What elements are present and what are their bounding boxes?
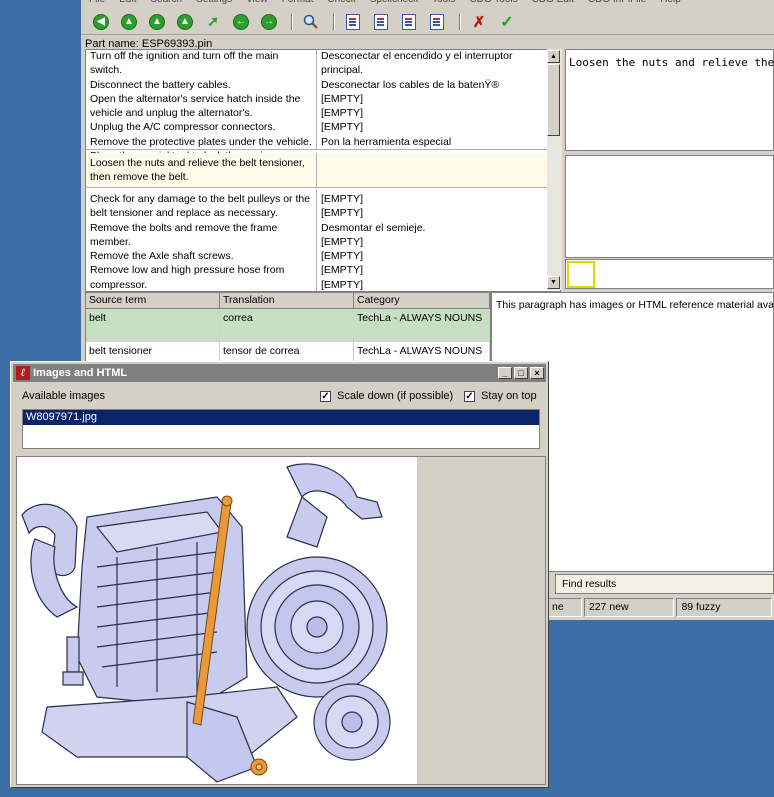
- doc-icon-2[interactable]: [369, 11, 393, 33]
- scroll-up-icon[interactable]: ▲: [547, 50, 560, 63]
- source-pane-text: Loosen the nuts and relieve the belt t: [569, 56, 774, 69]
- menu-bar: File Edit Search Settings View Format Check Spe…: [81, 0, 774, 8]
- doc-icon-4[interactable]: [425, 11, 449, 33]
- menu-item[interactable]: Edit: [119, 0, 136, 8]
- toolbar: ◀ ▲ ▲ ▲ ➚ ← → ✗ ✓: [81, 9, 774, 35]
- color-swatch[interactable]: [567, 261, 595, 288]
- menu-item[interactable]: View: [246, 0, 268, 8]
- app-logo-icon: ℓ: [16, 366, 30, 380]
- table-header: Source term Translation Category: [86, 293, 490, 309]
- scroll-down-icon[interactable]: ▼: [547, 276, 560, 289]
- segment-target[interactable]: [317, 153, 547, 187]
- stay-on-top-checkbox[interactable]: ✓ Stay on top: [464, 390, 537, 402]
- doc-icon-3[interactable]: [397, 11, 421, 33]
- term-source: belt: [86, 309, 220, 341]
- available-images-label: Available images: [22, 390, 105, 402]
- nav-first-icon[interactable]: ◀: [89, 11, 113, 33]
- toolbar-separator: [459, 12, 461, 31]
- image-list[interactable]: W8097971.jpg: [22, 409, 540, 449]
- status-fuzzy-count: 89 fuzzy: [676, 598, 772, 617]
- status-bar: ne 227 new 89 fuzzy: [547, 598, 774, 617]
- menu-item[interactable]: Tools: [432, 0, 455, 8]
- segment-target[interactable]: [EMPTY] [EMPTY] Desmontar el semieje. [E…: [317, 189, 547, 291]
- close-icon[interactable]: ×: [530, 367, 544, 379]
- nav-up3-icon[interactable]: ▲: [173, 11, 197, 33]
- term-category: TechLa - ALWAYS NOUNS: [354, 342, 490, 362]
- nav-arrow-icon[interactable]: ➚: [201, 11, 225, 33]
- menu-item[interactable]: CDG Tools: [469, 0, 517, 8]
- engine-compressor-drawing: [21, 463, 391, 783]
- segment-row-current[interactable]: Loosen the nuts and relieve the belt ten…: [86, 153, 547, 188]
- accept-icon[interactable]: ✓: [495, 11, 519, 33]
- image-preview: [17, 457, 417, 784]
- minimize-icon[interactable]: _: [498, 367, 512, 379]
- note-pane: [565, 259, 774, 289]
- title-bar[interactable]: ℓ Images and HTML _ □ ×: [13, 364, 546, 382]
- checkbox-label: Stay on top: [481, 390, 537, 402]
- nav-up-icon[interactable]: ▲: [117, 11, 141, 33]
- maximize-icon[interactable]: □: [514, 367, 528, 379]
- status-new-count: 227 new: [583, 598, 675, 617]
- menu-item[interactable]: Help: [660, 0, 681, 8]
- term-category: TechLa - ALWAYS NOUNS: [354, 309, 490, 341]
- search-icon[interactable]: [299, 11, 323, 33]
- source-pane[interactable]: Loosen the nuts and relieve the belt t: [565, 49, 774, 151]
- nav-prev-icon[interactable]: ←: [229, 11, 253, 33]
- checkbox-box[interactable]: ✓: [320, 390, 331, 402]
- terminology-table: Source term Translation Category belt co…: [85, 292, 491, 364]
- tab-label: Find results: [562, 578, 617, 590]
- checkbox-label: Scale down (if possible): [337, 390, 454, 402]
- column-header[interactable]: Source term: [86, 293, 220, 308]
- toolbar-separator: [291, 12, 293, 31]
- info-text: This paragraph has images or HTML refere…: [496, 299, 774, 311]
- nav-next-icon[interactable]: →: [257, 11, 281, 33]
- table-row[interactable]: belt tensioner tensor de correa TechLa -…: [86, 342, 490, 363]
- list-item[interactable]: W8097971.jpg: [23, 410, 539, 425]
- segment-source[interactable]: Check for any damage to the belt pulleys…: [86, 189, 317, 291]
- checkbox-box[interactable]: ✓: [464, 390, 475, 402]
- window-title: Images and HTML: [33, 367, 128, 379]
- segment-row[interactable]: Turn off the ignition and turn off the m…: [86, 50, 547, 162]
- segment-source[interactable]: Loosen the nuts and relieve the belt ten…: [86, 153, 317, 187]
- status-cell: ne: [547, 598, 582, 617]
- menu-item[interactable]: File: [89, 0, 105, 8]
- menu-item[interactable]: Spellcheck: [370, 0, 418, 8]
- segment-target[interactable]: Desconectar el encendido y el interrupto…: [317, 50, 547, 149]
- segment-source[interactable]: Turn off the ignition and turn off the m…: [86, 50, 317, 162]
- term-translation: correa: [220, 309, 354, 341]
- toolbar-separator: [333, 12, 335, 31]
- menu-item[interactable]: CDG InPlFile: [588, 0, 646, 8]
- doc-icon-1[interactable]: [341, 11, 365, 33]
- image-preview-frame: [16, 456, 546, 785]
- menu-item[interactable]: Format: [282, 0, 314, 8]
- column-header[interactable]: Category: [354, 293, 490, 308]
- term-source: belt tensioner: [86, 342, 220, 362]
- scroll-thumb[interactable]: [547, 64, 560, 136]
- segment-grid: Turn off the ignition and turn off the m…: [85, 49, 561, 292]
- target-pane[interactable]: [565, 155, 774, 258]
- reject-icon[interactable]: ✗: [467, 11, 491, 33]
- tab-find-results[interactable]: Find results: [555, 574, 774, 594]
- column-header[interactable]: Translation: [220, 293, 354, 308]
- table-row[interactable]: belt correa TechLa - ALWAYS NOUNS: [86, 309, 490, 342]
- menu-item[interactable]: Search: [150, 0, 182, 8]
- term-translation: tensor de correa: [220, 342, 354, 362]
- segment-row[interactable]: Check for any damage to the belt pulleys…: [86, 189, 547, 291]
- images-window: ℓ Images and HTML _ □ × Available images…: [10, 361, 549, 788]
- nav-up2-icon[interactable]: ▲: [145, 11, 169, 33]
- scale-down-checkbox[interactable]: ✓ Scale down (if possible): [320, 390, 453, 402]
- menu-item[interactable]: CDG Edit: [532, 0, 574, 8]
- menu-item[interactable]: Check: [327, 0, 355, 8]
- menu-item[interactable]: Settings: [196, 0, 232, 8]
- segment-scrollbar[interactable]: ▲ ▼: [547, 49, 562, 290]
